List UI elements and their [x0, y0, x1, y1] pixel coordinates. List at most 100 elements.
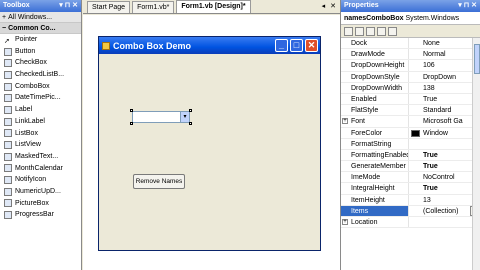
- events-icon[interactable]: [377, 26, 386, 36]
- tab-start-page[interactable]: Start Page: [87, 1, 131, 13]
- property-grid: Dock None DrawMode Normal DropDownHeight 106 D…: [341, 38, 480, 229]
- expand-icon[interactable]: +: [342, 118, 348, 125]
- toolbox-item-label: ProgressBar: [15, 211, 54, 219]
- toolbox-item[interactable]: ProgressBar: [0, 209, 81, 221]
- property-value[interactable]: (Collection)...: [409, 205, 480, 216]
- property-pages-icon[interactable]: [388, 26, 397, 36]
- property-row[interactable]: FormatString: [341, 138, 480, 150]
- toolbox-window-controls[interactable]: ▾ ⊓ ✕: [59, 0, 81, 12]
- resize-handle[interactable]: [189, 109, 192, 112]
- toolbox-item[interactable]: MaskedText...: [0, 151, 81, 163]
- tab-scroll-icon[interactable]: ◂: [322, 1, 326, 13]
- property-row[interactable]: FormattingEnabled True: [341, 149, 480, 162]
- property-value[interactable]: Normal: [409, 49, 480, 59]
- property-value-text: (Collection): [423, 207, 459, 215]
- toolbox-item[interactable]: CheckedListB...: [0, 69, 81, 81]
- chevron-down-icon[interactable]: ▾: [180, 112, 189, 122]
- property-row[interactable]: Enabled True: [341, 93, 480, 106]
- names-combobox[interactable]: ▾: [132, 111, 190, 123]
- properties-title-bar: Properties ▾ ⊓ ✕: [341, 0, 480, 12]
- toolbox-item[interactable]: NotifyIcon: [0, 174, 81, 186]
- property-value[interactable]: None: [409, 38, 480, 48]
- toolbox-item[interactable]: Label: [0, 104, 81, 116]
- categorized-icon[interactable]: [344, 26, 353, 36]
- property-row[interactable]: GenerateMember True: [341, 161, 480, 173]
- property-value-text: Microsoft Ga: [423, 118, 463, 126]
- scroll-thumb[interactable]: [474, 44, 480, 74]
- toolbox-item[interactable]: PictureBox: [0, 198, 81, 210]
- properties-title: Properties: [344, 2, 379, 9]
- toolbox-item[interactable]: Button: [0, 46, 81, 58]
- remove-names-button[interactable]: Remove Names: [133, 174, 185, 189]
- toolbox-item[interactable]: MonthCalendar: [0, 163, 81, 175]
- property-value[interactable]: True: [409, 94, 480, 104]
- property-value[interactable]: [409, 139, 480, 149]
- toolbox-item[interactable]: DateTimePic...: [0, 92, 81, 104]
- property-value[interactable]: 13: [409, 195, 480, 205]
- property-value-text: True: [423, 151, 438, 159]
- property-value[interactable]: [409, 217, 480, 227]
- toolbox-item[interactable]: ListView: [0, 139, 81, 151]
- resize-handle[interactable]: [189, 122, 192, 125]
- property-row[interactable]: + Font Microsoft Ga: [341, 116, 480, 128]
- property-value[interactable]: 106: [409, 60, 480, 70]
- property-row[interactable]: IntegralHeight True: [341, 183, 480, 195]
- toolbox-group-all-windows[interactable]: + All Windows...: [0, 12, 81, 23]
- property-value-text: Standard: [423, 107, 452, 115]
- tab-form1-design[interactable]: Form1.vb [Design]*: [176, 0, 251, 13]
- property-value[interactable]: True: [409, 161, 480, 171]
- property-row[interactable]: ItemHeight 13: [341, 194, 480, 206]
- properties-scrollbar[interactable]: [472, 38, 480, 270]
- close-button[interactable]: ✕: [305, 39, 318, 52]
- designer-surface[interactable]: Combo Box Demo _ □ ✕ ▾ Remove Names: [83, 15, 340, 270]
- property-row[interactable]: FlatStyle Standard: [341, 105, 480, 117]
- property-value[interactable]: Microsoft Ga: [409, 116, 480, 126]
- property-value-text: 138: [423, 84, 435, 92]
- resize-handle[interactable]: [130, 109, 133, 112]
- property-name-text: Dock: [351, 40, 367, 47]
- toolbox-item[interactable]: CheckBox: [0, 57, 81, 69]
- control-icon: [4, 152, 12, 161]
- toolbox-item[interactable]: ListBox: [0, 128, 81, 140]
- maximize-button[interactable]: □: [290, 39, 303, 52]
- toolbox-item[interactable]: ComboBox: [0, 81, 81, 93]
- toolbox-item[interactable]: NumericUpD...: [0, 186, 81, 198]
- property-value[interactable]: True: [409, 150, 480, 160]
- resize-handle[interactable]: [130, 122, 133, 125]
- property-value[interactable]: Standard: [409, 105, 480, 115]
- properties-icon[interactable]: [366, 26, 375, 36]
- tab-form1-code[interactable]: Form1.vb*: [132, 1, 175, 13]
- property-value[interactable]: DropDown: [409, 72, 480, 82]
- property-value-text: True: [423, 95, 438, 103]
- property-row[interactable]: ForeColor Window: [341, 127, 480, 139]
- toolbox-item[interactable]: LinkLabel: [0, 116, 81, 128]
- property-row[interactable]: Dock None: [341, 38, 480, 50]
- property-row[interactable]: DropDownStyle DropDown: [341, 71, 480, 83]
- toolbox-item-label: MaskedText...: [15, 152, 59, 160]
- expand-icon[interactable]: +: [342, 219, 348, 225]
- object-selector[interactable]: namesComboBox System.Windows: [341, 12, 480, 25]
- property-row[interactable]: Items (Collection)...: [341, 205, 480, 217]
- property-name: ItemHeight: [341, 194, 409, 205]
- property-row[interactable]: DropDownHeight 106: [341, 60, 480, 72]
- property-value[interactable]: Window: [409, 128, 480, 138]
- property-name: FormatString: [341, 138, 409, 149]
- property-value-text: True: [423, 163, 438, 171]
- toolbox-item-label: Pointer: [15, 36, 38, 43]
- control-icon: [4, 187, 12, 196]
- property-row[interactable]: ImeMode NoControl: [341, 172, 480, 184]
- form-title-bar: Combo Box Demo _ □ ✕: [99, 37, 320, 54]
- property-row[interactable]: + Location: [341, 217, 480, 229]
- alphabetical-icon[interactable]: [355, 26, 364, 36]
- property-row[interactable]: DropDownWidth 138: [341, 82, 480, 94]
- minimize-button[interactable]: _: [275, 39, 288, 52]
- property-value[interactable]: NoControl: [409, 172, 480, 182]
- property-value[interactable]: 138: [409, 83, 480, 93]
- toolbox-item[interactable]: ➚ Pointer: [0, 34, 81, 46]
- property-value[interactable]: True: [409, 183, 480, 193]
- toolbox-group-common-controls[interactable]: − Common Co...: [0, 23, 81, 34]
- properties-window-controls[interactable]: ▾ ⊓ ✕: [458, 0, 480, 12]
- close-tab-icon[interactable]: ✕: [330, 1, 336, 13]
- designed-form[interactable]: Combo Box Demo _ □ ✕ ▾ Remove Names: [98, 36, 321, 251]
- property-row[interactable]: DrawMode Normal: [341, 49, 480, 61]
